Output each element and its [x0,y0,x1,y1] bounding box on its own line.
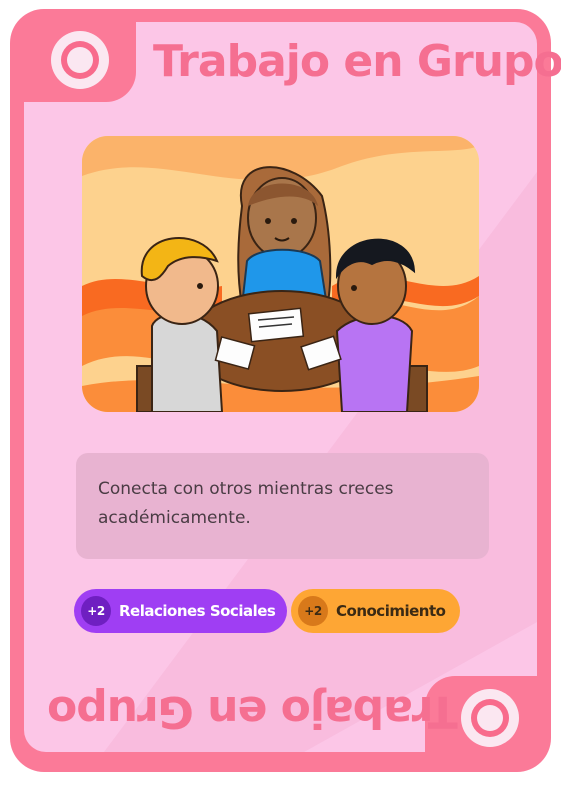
stat-label: Relaciones Sociales [119,602,276,620]
stat-relaciones-sociales: +2 Relaciones Sociales [74,589,287,633]
card-title-mirrored: Trabajo en Grupo [48,686,458,737]
stat-label: Conocimiento [336,602,446,620]
stat-bonus-badge: +2 [81,596,111,626]
target-icon [51,31,109,89]
card-illustration [82,136,479,412]
target-icon [461,689,519,747]
card-description: Conecta con otros mientras creces académ… [76,453,489,559]
stat-bonus-badge: +2 [298,596,328,626]
card-title: Trabajo en Grupo [153,36,561,87]
stat-conocimiento: +2 Conocimiento [291,589,460,633]
